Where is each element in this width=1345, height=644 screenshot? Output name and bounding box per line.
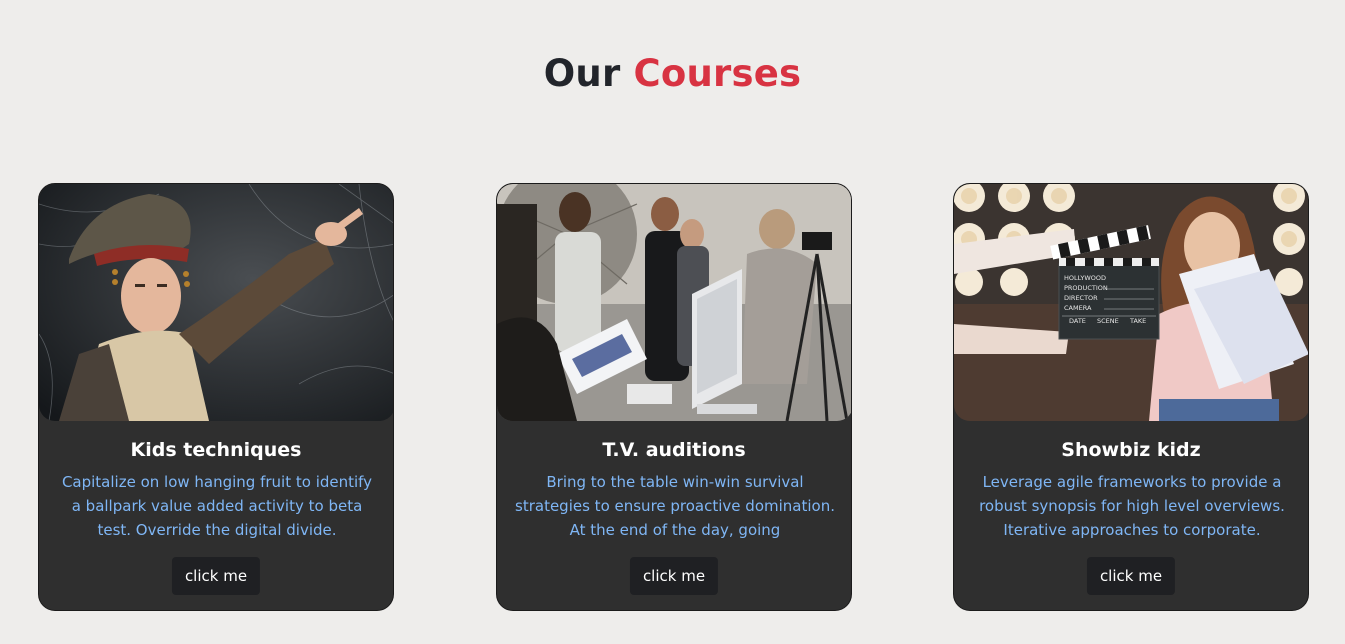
section-title-word-our: Our — [543, 52, 621, 95]
course-description: Capitalize on low hanging fruit to ident… — [61, 473, 373, 539]
click-me-button[interactable]: click me — [1086, 557, 1176, 595]
click-me-button[interactable]: click me — [171, 557, 261, 595]
course-title: Showbiz kidz — [1061, 439, 1201, 461]
section-title-word-courses: Courses — [633, 52, 802, 95]
clapperboard-label-date: DATE — [1069, 317, 1086, 325]
course-title: T.V. auditions — [602, 439, 746, 461]
course-description: Leverage agile frameworks to provide a r… — [979, 473, 1285, 539]
course-image-tv-auditions — [497, 184, 851, 421]
clapperboard-label-camera: CAMERA — [1064, 304, 1092, 312]
course-image-showbiz-kidz: HOLLYWOOD PRODUCTION DIRECTOR CAMERA DAT… — [954, 184, 1308, 421]
course-card-kids-techniques: Kids techniques Capitalize on low hangin… — [38, 183, 394, 611]
course-image-kids-techniques — [39, 184, 393, 421]
course-description: Bring to the table win-win survival stra… — [515, 473, 835, 539]
course-card-showbiz-kidz: HOLLYWOOD PRODUCTION DIRECTOR CAMERA DAT… — [953, 183, 1309, 611]
course-title: Kids techniques — [130, 439, 302, 461]
clapperboard-label-hollywood: HOLLYWOOD — [1064, 274, 1106, 282]
clapperboard-label-scene: SCENE — [1097, 317, 1119, 325]
clapperboard-label-production: PRODUCTION — [1064, 284, 1108, 292]
click-me-button[interactable]: click me — [629, 557, 719, 595]
clapperboard-label-take: TAKE — [1129, 317, 1146, 325]
course-card-tv-auditions: T.V. auditions Bring to the table win-wi… — [496, 183, 852, 611]
section-title: Our Courses — [0, 52, 1345, 96]
clapperboard-label-director: DIRECTOR — [1064, 294, 1098, 302]
